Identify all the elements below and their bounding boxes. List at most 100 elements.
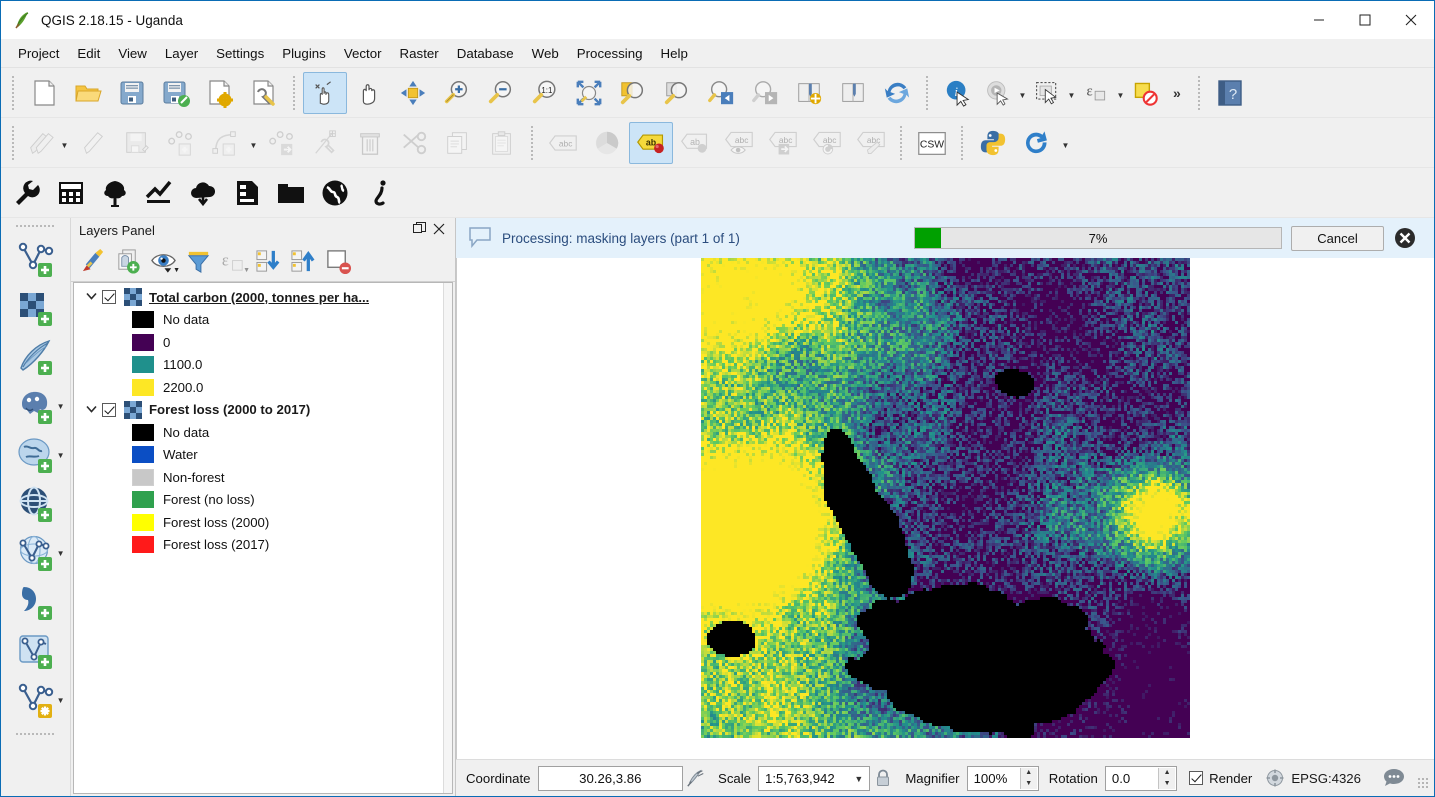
add-wcs-layer-icon[interactable] (5, 479, 67, 528)
leftbar-grip-bottom[interactable] (16, 730, 56, 738)
menu-database[interactable]: Database (448, 42, 523, 65)
globe-icon[interactable] (313, 172, 357, 214)
toolbar-grip-attributes[interactable] (923, 76, 932, 110)
add-delimited-text-layer-icon[interactable] (5, 577, 67, 626)
resize-grip-icon[interactable] (1417, 777, 1428, 789)
toggle-extents-icon[interactable] (683, 768, 708, 788)
new-shapefile-layer-icon[interactable]: ▼ (5, 675, 67, 724)
python-console-icon[interactable] (971, 122, 1015, 164)
zoom-out-icon[interactable] (479, 72, 523, 114)
label-abc-icon[interactable]: abc (541, 122, 585, 164)
menu-plugins[interactable]: Plugins (273, 42, 335, 65)
zoom-native-icon[interactable]: 1:1 (523, 72, 567, 114)
new-shapefile-dropdown[interactable]: ▼ (57, 696, 65, 705)
add-wfs-layer-icon[interactable]: ▼ (5, 528, 67, 577)
toggle-editing-icon[interactable] (71, 122, 115, 164)
menu-settings[interactable]: Settings (207, 42, 273, 65)
change-label-icon[interactable]: abc (849, 122, 893, 164)
minimize-button[interactable] (1296, 1, 1342, 39)
cut-features-icon[interactable] (392, 122, 436, 164)
menu-edit[interactable]: Edit (68, 42, 109, 65)
render-checkbox[interactable]: Render (1189, 771, 1252, 786)
zoom-to-layer-icon[interactable] (655, 72, 699, 114)
toolbar-grip-digitizing[interactable] (9, 126, 18, 160)
add-feature-icon[interactable] (159, 122, 203, 164)
cloud-download-icon[interactable] (181, 172, 225, 214)
add-group-icon[interactable] (112, 246, 145, 278)
render-checkbox-box[interactable] (1189, 771, 1203, 785)
zoom-full-icon[interactable] (567, 72, 611, 114)
expand-collapse-icon[interactable] (80, 404, 102, 416)
toolbar-grip-plugins[interactable] (958, 126, 967, 160)
new-project-icon[interactable] (22, 72, 66, 114)
refresh-plugin-dropdown[interactable]: ▼ (1059, 122, 1072, 164)
layer-row-forest-loss[interactable]: Forest loss (2000 to 2017) (74, 399, 452, 422)
map-tips-icon[interactable] (831, 72, 875, 114)
menu-vector[interactable]: Vector (335, 42, 391, 65)
zoom-to-selection-icon[interactable] (611, 72, 655, 114)
menu-project[interactable]: Project (9, 42, 68, 65)
select-features-icon[interactable] (1029, 72, 1065, 114)
chart-line-icon[interactable] (137, 172, 181, 214)
pan-to-selection-icon[interactable] (391, 72, 435, 114)
new-map-view-icon[interactable] (787, 72, 831, 114)
info-icon[interactable] (357, 172, 401, 214)
add-wms-layer-icon[interactable]: ▼ (5, 430, 67, 479)
toolbar-grip-label[interactable] (528, 126, 537, 160)
open-project-icon[interactable] (66, 72, 110, 114)
undock-panel-icon[interactable] (409, 222, 429, 238)
run-feature-action-dropdown[interactable]: ▼ (1016, 72, 1029, 114)
add-circular-string-dropdown[interactable]: ▼ (247, 122, 260, 164)
expand-all-icon[interactable] (252, 246, 285, 278)
layer-visibility-checkbox[interactable] (102, 403, 116, 417)
save-project-as-icon[interactable] (154, 72, 198, 114)
add-postgis-layer-icon[interactable]: ▼ (5, 381, 67, 430)
menu-processing[interactable]: Processing (568, 42, 652, 65)
toolbar-grip-help[interactable] (1195, 76, 1204, 110)
refresh-icon[interactable] (875, 72, 919, 114)
add-raster-layer-icon[interactable] (5, 283, 67, 332)
copy-features-icon[interactable] (436, 122, 480, 164)
select-by-expression-dropdown[interactable]: ▼ (1114, 72, 1127, 114)
identify-features-icon[interactable]: i (936, 72, 980, 114)
deselect-features-icon[interactable] (1127, 72, 1163, 114)
zoom-in-icon[interactable] (435, 72, 479, 114)
report-document-icon[interactable] (225, 172, 269, 214)
pin-labels-icon[interactable]: ab (673, 122, 717, 164)
metasearch-csw-icon[interactable]: CSW (910, 122, 954, 164)
new-print-composer-icon[interactable] (198, 72, 242, 114)
show-hide-labels-icon[interactable]: abc (717, 122, 761, 164)
expand-collapse-icon[interactable] (80, 291, 102, 303)
filter-expression-icon[interactable]: ε ▼ (217, 246, 250, 278)
scale-combobox[interactable]: 1:5,763,942 ▼ (758, 766, 870, 791)
select-by-expression-icon[interactable]: ε (1078, 72, 1114, 114)
style-manager-icon[interactable] (77, 246, 110, 278)
collapse-all-icon[interactable] (287, 246, 320, 278)
layer-row-total-carbon[interactable]: Total carbon (2000, tonnes per ha... (74, 286, 452, 309)
menu-web[interactable]: Web (523, 42, 568, 65)
help-contents-icon[interactable]: ? (1208, 72, 1252, 114)
manage-visibility-icon[interactable]: ▼ (147, 246, 180, 278)
toolbar-grip-file[interactable] (9, 76, 18, 110)
menu-layer[interactable]: Layer (156, 42, 207, 65)
paste-features-icon[interactable] (480, 122, 524, 164)
move-label-icon[interactable]: abc (761, 122, 805, 164)
tree-icon[interactable] (93, 172, 137, 214)
menu-view[interactable]: View (109, 42, 156, 65)
filter-legend-icon[interactable] (182, 246, 215, 278)
toolbar-overflow-icon[interactable]: » (1167, 85, 1187, 101)
touch-zoom-pan-icon[interactable] (303, 72, 347, 114)
composer-manager-icon[interactable] (242, 72, 286, 114)
close-panel-icon[interactable] (429, 223, 449, 238)
pan-map-icon[interactable] (347, 72, 391, 114)
magnifier-stepper[interactable]: ▲▼ (1020, 768, 1037, 789)
move-feature-icon[interactable] (260, 122, 304, 164)
map-canvas[interactable] (456, 258, 1434, 759)
folder-icon[interactable] (269, 172, 313, 214)
add-circular-string-icon[interactable] (203, 122, 247, 164)
lock-icon[interactable] (870, 769, 895, 787)
remove-layer-icon[interactable] (322, 246, 355, 278)
node-tool-icon[interactable] (304, 122, 348, 164)
magnifier-spinbox[interactable]: 100% ▲▼ (967, 766, 1039, 791)
close-button[interactable] (1388, 1, 1434, 39)
